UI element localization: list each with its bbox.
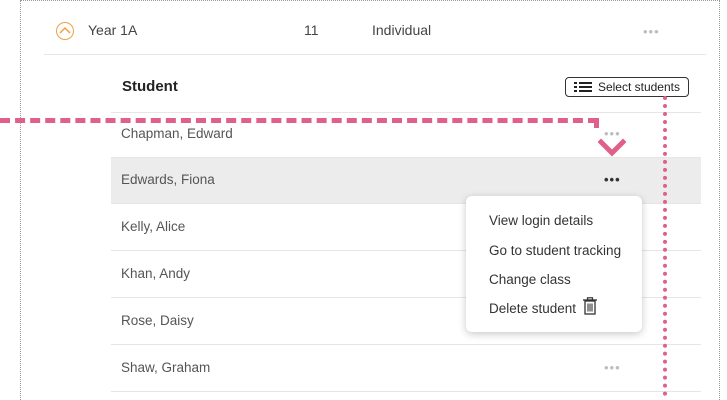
- student-name: Edwards, Fiona: [121, 172, 215, 187]
- student-name: Kelly, Alice: [121, 219, 186, 234]
- menu-item-student-tracking[interactable]: Go to student tracking: [489, 243, 621, 258]
- student-name: Khan, Andy: [121, 266, 191, 281]
- annotation-dotted-line: [663, 96, 667, 396]
- select-students-button[interactable]: Select students: [564, 77, 689, 97]
- class-type: Individual: [372, 22, 432, 38]
- menu-item-delete-student[interactable]: Delete student: [489, 301, 576, 316]
- annotation-dashed-connector: [594, 118, 599, 128]
- student-header: Student Select students: [111, 62, 701, 113]
- chevron-up-circle-icon[interactable]: [56, 22, 74, 40]
- student-row[interactable]: Shaw, Graham •••: [111, 346, 701, 392]
- menu-item-change-class[interactable]: Change class: [489, 272, 571, 287]
- class-count: 11: [304, 22, 319, 38]
- class-name: Year 1A: [88, 22, 138, 38]
- class-more-icon[interactable]: •••: [643, 25, 660, 38]
- class-row[interactable]: Year 1A 11 Individual •••: [44, 10, 706, 55]
- student-name: Chapman, Edward: [121, 126, 233, 141]
- student-context-menu: View login details Go to student trackin…: [466, 196, 642, 332]
- list-icon: [573, 82, 592, 92]
- annotation-dashed-line: [0, 118, 598, 123]
- menu-item-view-login[interactable]: View login details: [489, 213, 593, 228]
- student-more-icon[interactable]: •••: [604, 361, 621, 374]
- select-students-label: Select students: [597, 80, 680, 94]
- trash-icon[interactable]: [582, 297, 598, 315]
- student-name: Rose, Daisy: [121, 313, 194, 328]
- student-more-icon[interactable]: •••: [604, 173, 621, 186]
- down-arrow-icon: [598, 138, 626, 157]
- student-column-title: Student: [122, 78, 178, 95]
- student-name: Shaw, Graham: [121, 360, 211, 375]
